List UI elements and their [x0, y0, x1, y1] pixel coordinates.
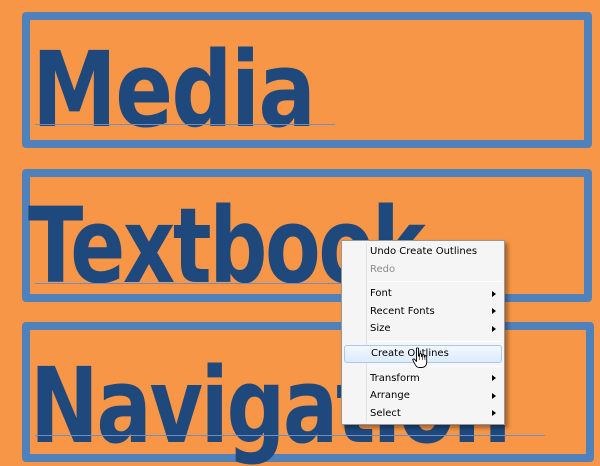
menu-item-label: Recent Fonts	[370, 305, 435, 317]
menu-item-label: Undo Create Outlines	[370, 246, 478, 257]
menu-separator	[368, 340, 502, 342]
outlined-text-media[interactable]: Media	[32, 38, 316, 142]
menu-item-size[interactable]: Size	[342, 320, 504, 338]
text-baseline	[35, 435, 545, 436]
menu-item-label: Create Outlines	[371, 347, 449, 359]
menu-separator	[368, 365, 502, 367]
submenu-arrow-icon	[492, 290, 496, 297]
menu-item-undo-create-outlines[interactable]: Undo Create Outlines	[342, 243, 504, 261]
submenu-arrow-icon	[492, 410, 496, 417]
submenu-arrow-icon	[492, 308, 496, 315]
menu-item-label: Size	[370, 323, 391, 334]
menu-item-label: Redo	[370, 263, 396, 275]
menu-item-transform[interactable]: Transform	[342, 370, 504, 388]
submenu-arrow-icon	[492, 375, 496, 382]
menu-item-arrange[interactable]: Arrange	[342, 387, 504, 405]
context-menu: Undo Create Outlines Redo Font Recent Fo…	[341, 240, 505, 425]
submenu-arrow-icon	[492, 392, 496, 399]
menu-item-select[interactable]: Select	[342, 405, 504, 423]
menu-separator	[368, 281, 502, 282]
text-baseline	[35, 124, 335, 125]
menu-item-label: Font	[370, 288, 392, 299]
menu-item-label: Arrange	[370, 390, 410, 401]
text-baseline	[35, 283, 385, 284]
artboard-canvas[interactable]: Media Textbook Navigation	[0, 0, 600, 466]
menu-item-label: Select	[370, 407, 401, 419]
menu-item-redo: Redo	[342, 261, 504, 279]
hand-pointer-icon	[412, 347, 428, 368]
menu-item-recent-fonts[interactable]: Recent Fonts	[342, 303, 504, 321]
menu-item-font[interactable]: Font	[342, 285, 504, 303]
menu-item-label: Transform	[370, 372, 420, 384]
submenu-arrow-icon	[492, 325, 496, 332]
